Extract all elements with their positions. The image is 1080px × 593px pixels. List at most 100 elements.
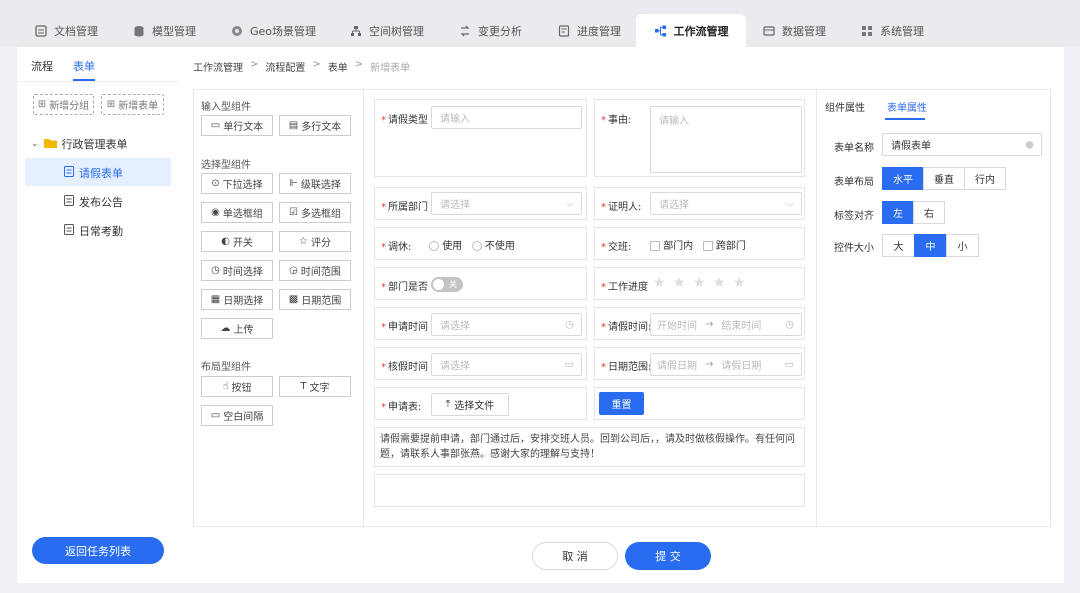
witness-select[interactable]: 请选择 ⌵ xyxy=(650,192,802,215)
breadcrumb-workflow[interactable]: 工作流管理 xyxy=(193,59,243,74)
field-label: * 所属部门 xyxy=(381,198,428,213)
field-date-range[interactable]: * 日期范围: 请假日期 → 请假日期 ▭ xyxy=(594,347,805,380)
layout-vertical-option[interactable]: 垂直 xyxy=(923,167,965,190)
palette-upload[interactable]: ☁ 上传 xyxy=(201,318,273,339)
star-icon[interactable]: ★ xyxy=(673,275,686,291)
arrow-right-icon: → xyxy=(705,319,714,330)
component-label: 下拉选择 xyxy=(222,180,263,191)
field-cancel-time[interactable]: * 核假时间 请选择 ▭ xyxy=(374,347,587,380)
size-medium-option[interactable]: 中 xyxy=(914,234,947,257)
tab-component-props[interactable]: 组件属性 xyxy=(825,99,865,114)
field-apply-time[interactable]: * 申请时间 请选择 ◷ xyxy=(374,307,587,340)
star-icon[interactable]: ★ xyxy=(713,275,726,291)
field-label: * 交班: xyxy=(601,238,631,253)
submit-button[interactable]: 提 交 xyxy=(625,542,711,570)
palette-single-line-text[interactable]: ▭ 单行文本 xyxy=(201,115,273,136)
clock-icon: ◷ xyxy=(211,265,220,276)
checkbox-cross-dept[interactable] xyxy=(702,241,713,251)
star-icon[interactable]: ★ xyxy=(653,275,666,291)
field-dept-yes[interactable]: * 部门是否 关 xyxy=(374,267,587,300)
breadcrumb-form[interactable]: 表单 xyxy=(328,59,348,74)
palette-date-range[interactable]: ▩ 日期范围 xyxy=(279,289,351,310)
department-select[interactable]: 请选择 ⌵ xyxy=(431,192,582,215)
palette-checkbox-group[interactable]: ☑ 多选框组 xyxy=(279,202,351,223)
size-large-option[interactable]: 大 xyxy=(882,234,915,257)
tree-folder-admin[interactable]: ⌄ 行政管理表单 xyxy=(31,136,128,152)
reason-textarea[interactable]: 请输入 xyxy=(650,106,802,173)
tab-progress[interactable]: 进度管理 xyxy=(557,14,621,47)
star-icon[interactable]: ★ xyxy=(733,275,746,291)
tree-item-attendance[interactable]: 日常考勤 xyxy=(64,223,123,239)
picker-placeholder: 请选择 xyxy=(440,321,470,332)
apply-time-picker[interactable]: 请选择 ◷ xyxy=(431,313,582,336)
field-rest[interactable]: * 调休: 使用 不使用 xyxy=(374,227,587,260)
palette-dropdown[interactable]: ⊙ 下拉选择 xyxy=(201,173,273,194)
star-icon[interactable]: ★ xyxy=(693,275,706,291)
palette-multi-line-text[interactable]: ▤ 多行文本 xyxy=(279,115,351,136)
layout-horizontal-option[interactable]: 水平 xyxy=(882,167,924,190)
reset-button[interactable]: 重置 xyxy=(599,392,644,415)
clear-icon[interactable]: ● xyxy=(1025,139,1034,150)
tab-model[interactable]: 模型管理 xyxy=(132,14,196,47)
layout-inline-option[interactable]: 行内 xyxy=(964,167,1006,190)
field-progress-rating[interactable]: * 工作进度 ★ ★ ★ ★ ★ xyxy=(594,267,805,300)
form-name-input[interactable]: 请假表单 ● xyxy=(882,133,1042,156)
back-to-task-list-button[interactable]: 返回任务列表 xyxy=(32,537,164,564)
tab-geo[interactable]: Geo场景管理 xyxy=(230,14,316,47)
sidebar-tab-form[interactable]: 表单 xyxy=(73,58,95,74)
align-left-option[interactable]: 左 xyxy=(882,201,914,224)
tab-system[interactable]: 系统管理 xyxy=(860,14,924,47)
cancel-time-picker[interactable]: 请选择 ▭ xyxy=(431,353,582,376)
sidebar-tab-flow[interactable]: 流程 xyxy=(31,58,53,74)
field-department[interactable]: * 所属部门 请选择 ⌵ xyxy=(374,187,587,220)
tab-space-tree[interactable]: 空间树管理 xyxy=(349,14,424,47)
component-label: 级联选择 xyxy=(300,180,341,191)
leave-time-range-picker[interactable]: 开始时间 → 结束时间 ◷ xyxy=(650,313,802,336)
tab-workflow[interactable]: 工作流管理 xyxy=(636,14,746,47)
leave-type-input[interactable]: 请输入 xyxy=(431,106,582,129)
field-witness[interactable]: * 证明人: 请选择 ⌵ xyxy=(594,187,805,220)
handover-checkbox-group: 部门内 跨部门 xyxy=(650,237,746,252)
palette-button[interactable]: ☝ 按钮 xyxy=(201,376,273,397)
palette-time-range[interactable]: ◶ 时间范围 xyxy=(279,260,351,281)
breadcrumb-process-config[interactable]: 流程配置 xyxy=(265,59,305,74)
field-label-text: 事由: xyxy=(608,115,632,126)
palette-switch[interactable]: ◐ 开关 xyxy=(201,231,273,252)
tab-document[interactable]: 文档管理 xyxy=(34,14,98,47)
add-form-button[interactable]: ⊞ 新增表单 xyxy=(101,94,164,115)
palette-spacer[interactable]: ▭ 空白间隔 xyxy=(201,405,273,426)
tab-change-analysis[interactable]: 变更分析 xyxy=(458,14,522,47)
radio-not-use[interactable] xyxy=(471,241,482,251)
select-file-button[interactable]: ⤒ 选择文件 xyxy=(431,393,509,416)
field-label-text: 请假时间: xyxy=(608,322,652,333)
date-range-picker[interactable]: 请假日期 → 请假日期 ▭ xyxy=(650,353,802,376)
field-leave-time[interactable]: * 请假时间: 开始时间 → 结束时间 ◷ xyxy=(594,307,805,340)
field-apply-form-upload[interactable]: * 申请表: ⤒ 选择文件 xyxy=(374,387,587,420)
radio-use[interactable] xyxy=(429,241,439,251)
add-form-label: 新增表单 xyxy=(118,101,159,112)
palette-date-picker[interactable]: ▦ 日期选择 xyxy=(201,289,273,310)
breadcrumb: 工作流管理 > 流程配置 > 表单 > 新增表单 xyxy=(193,59,410,74)
field-handover[interactable]: * 交班: 部门内 跨部门 xyxy=(594,227,805,260)
palette-text[interactable]: T 文字 xyxy=(279,376,351,397)
palette-radio-group[interactable]: ◉ 单选框组 xyxy=(201,202,273,223)
compare-icon xyxy=(458,24,471,37)
align-right-option[interactable]: 右 xyxy=(913,201,945,224)
folder-label: 行政管理表单 xyxy=(61,138,128,151)
field-leave-type[interactable]: * 请假类型 请输入 xyxy=(374,99,587,177)
add-group-label: 新增分组 xyxy=(49,101,90,112)
palette-time-picker[interactable]: ◷ 时间选择 xyxy=(201,260,273,281)
tree-item-leave-form[interactable]: 请假表单 xyxy=(64,165,123,181)
dept-toggle-switch[interactable]: 关 xyxy=(431,277,463,292)
add-group-button[interactable]: ⊞ 新增分组 xyxy=(33,94,94,115)
field-label: * 请假类型 xyxy=(381,111,428,126)
tab-data[interactable]: 数据管理 xyxy=(762,14,826,47)
palette-rating[interactable]: ☆ 评分 xyxy=(279,231,351,252)
tab-form-props[interactable]: 表单属性 xyxy=(887,99,927,114)
checkbox-in-dept[interactable] xyxy=(650,241,660,251)
palette-cascade[interactable]: ⊩ 级联选择 xyxy=(279,173,351,194)
tree-item-announcement[interactable]: 发布公告 xyxy=(64,194,123,210)
size-small-option[interactable]: 小 xyxy=(946,234,979,257)
cancel-button[interactable]: 取 消 xyxy=(532,542,618,570)
field-reason[interactable]: * 事由: 请输入 xyxy=(594,99,805,177)
